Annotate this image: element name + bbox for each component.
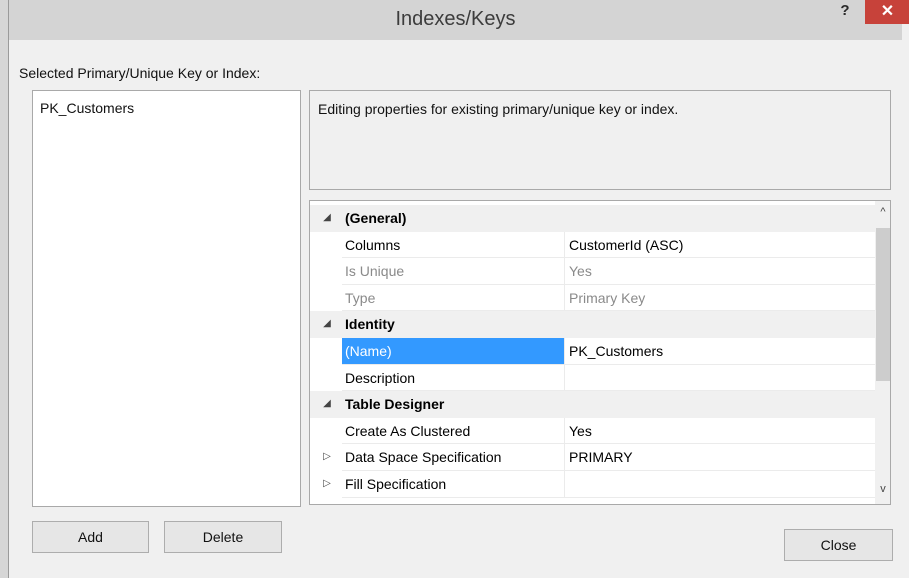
- category-label: Table Designer: [342, 391, 875, 418]
- expand-arrow-icon[interactable]: ▷: [320, 444, 334, 470]
- property-name: Description: [342, 365, 564, 392]
- category-label: (General): [342, 205, 875, 232]
- property-row-data-space[interactable]: ▷ Data Space Specification PRIMARY: [310, 444, 875, 471]
- selected-key-label: Selected Primary/Unique Key or Index:: [19, 65, 261, 81]
- property-name: Data Space Specification: [342, 444, 564, 471]
- property-value[interactable]: [564, 470, 875, 498]
- scroll-down-icon[interactable]: v: [875, 483, 890, 495]
- help-button[interactable]: ?: [833, 2, 857, 24]
- category-identity[interactable]: ◢ Identity: [310, 311, 875, 338]
- property-value[interactable]: Yes: [564, 417, 875, 445]
- property-value[interactable]: CustomerId (ASC): [564, 231, 875, 259]
- property-row-columns[interactable]: Columns CustomerId (ASC): [310, 231, 875, 259]
- description-panel: Editing properties for existing primary/…: [309, 90, 891, 190]
- property-row-description[interactable]: Description: [310, 364, 875, 392]
- property-value: Primary Key: [564, 284, 875, 312]
- collapse-arrow-icon[interactable]: ◢: [320, 311, 334, 337]
- indexes-keys-dialog: Indexes/Keys ? ✕ Selected Primary/Unique…: [8, 0, 909, 578]
- category-table-designer[interactable]: ◢ Table Designer: [310, 391, 875, 418]
- property-row-name[interactable]: (Name) PK_Customers: [310, 337, 875, 365]
- collapse-arrow-icon[interactable]: ◢: [320, 205, 334, 231]
- close-button[interactable]: Close: [784, 529, 893, 561]
- property-name: Is Unique: [342, 258, 564, 285]
- property-row-is-unique[interactable]: Is Unique Yes: [310, 258, 875, 285]
- property-row-type[interactable]: Type Primary Key: [310, 284, 875, 312]
- property-value: Yes: [564, 258, 875, 285]
- property-grid[interactable]: ◢ (General) Columns CustomerId (ASC) Is …: [309, 200, 891, 505]
- property-value[interactable]: PK_Customers: [564, 337, 875, 365]
- dialog-title: Indexes/Keys: [395, 8, 516, 30]
- close-window-button[interactable]: ✕: [865, 0, 909, 24]
- expand-arrow-icon[interactable]: ▷: [320, 471, 334, 497]
- scroll-up-icon[interactable]: ^: [875, 206, 890, 218]
- category-general[interactable]: ◢ (General): [310, 205, 875, 232]
- property-name-selected: (Name): [342, 337, 564, 365]
- scrollbar-thumb[interactable]: [876, 228, 890, 381]
- delete-button[interactable]: Delete: [164, 521, 282, 553]
- category-label: Identity: [342, 311, 875, 338]
- property-name: Fill Specification: [342, 471, 564, 498]
- property-row-create-as-clustered[interactable]: Create As Clustered Yes: [310, 417, 875, 445]
- property-name: Type: [342, 285, 564, 312]
- key-list[interactable]: PK_Customers: [32, 90, 301, 507]
- title-bar: Indexes/Keys ?: [9, 0, 902, 40]
- property-row-fill-spec[interactable]: ▷ Fill Specification: [310, 470, 875, 498]
- collapse-arrow-icon[interactable]: ◢: [320, 391, 334, 417]
- add-button[interactable]: Add: [32, 521, 149, 553]
- description-text: Editing properties for existing primary/…: [318, 101, 679, 117]
- property-name: Columns: [342, 232, 564, 259]
- vertical-scrollbar[interactable]: ^ v: [875, 201, 890, 504]
- property-value[interactable]: [564, 364, 875, 392]
- property-value[interactable]: PRIMARY: [564, 444, 875, 471]
- property-name: Create As Clustered: [342, 418, 564, 445]
- key-list-item[interactable]: PK_Customers: [40, 100, 134, 116]
